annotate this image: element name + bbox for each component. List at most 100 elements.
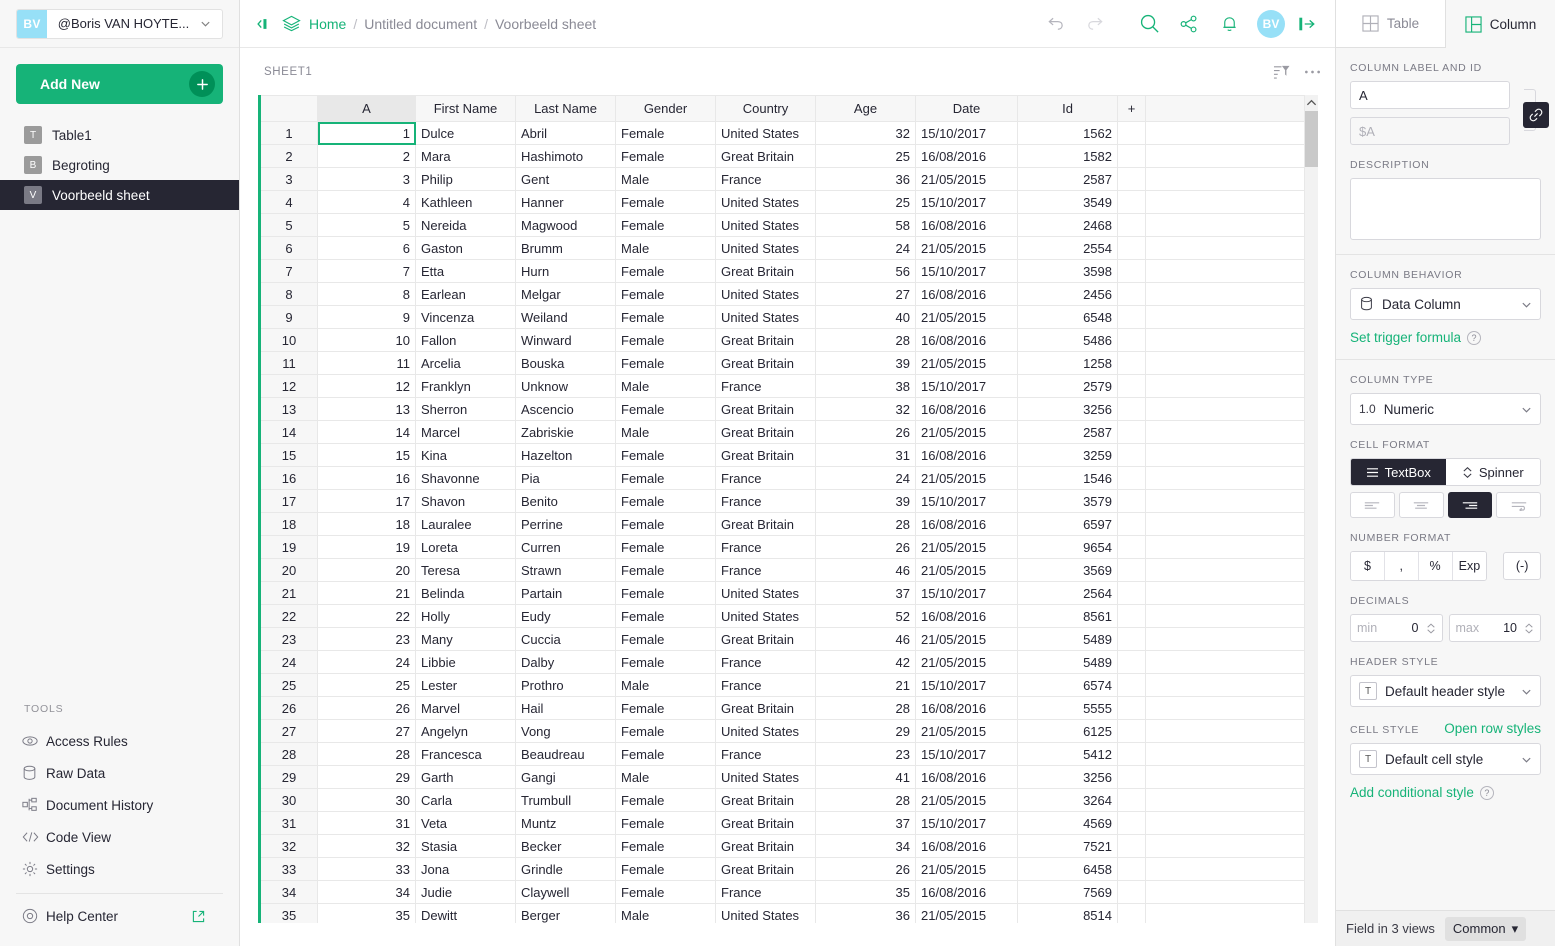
grid-cell[interactable]: 21/05/2015 bbox=[915, 351, 1018, 375]
account-switcher[interactable]: BV @Boris VAN HOYTE... bbox=[16, 8, 223, 39]
grid-cell[interactable]: 22 bbox=[317, 604, 416, 628]
help-tooltip-icon[interactable]: ? bbox=[1467, 330, 1482, 345]
table-row[interactable]: 26 26 Marvel Hail Female Great Britain 28 16/08… bbox=[258, 696, 1306, 720]
grid-cell[interactable]: 26 bbox=[815, 420, 916, 444]
table-row[interactable]: 21 21 Belinda Partain Female United States 37 1… bbox=[258, 581, 1306, 605]
grid-cell[interactable]: Loreta bbox=[415, 535, 516, 559]
column-header-id[interactable]: Id bbox=[1017, 95, 1118, 122]
table-row[interactable]: 4 4 Kathleen Hanner Female United States 25 15/… bbox=[258, 190, 1306, 214]
grid-cell[interactable]: Great Britain bbox=[715, 696, 816, 720]
grid-cell[interactable]: United States bbox=[715, 765, 816, 789]
decimals-max-stepper[interactable]: max 10 bbox=[1448, 614, 1541, 642]
grid-cell[interactable]: 37 bbox=[815, 811, 916, 835]
grid-cell[interactable]: 4569 bbox=[1017, 811, 1118, 835]
grid-cell[interactable]: 39 bbox=[815, 351, 916, 375]
row-header[interactable]: 9 bbox=[258, 305, 318, 329]
grid-cell[interactable]: 36 bbox=[815, 167, 916, 191]
grid-cell[interactable]: Female bbox=[615, 604, 716, 628]
grid-cell[interactable]: Brumm bbox=[515, 236, 616, 260]
vertical-scrollbar[interactable] bbox=[1304, 95, 1318, 923]
grid-cell[interactable]: France bbox=[715, 374, 816, 398]
spreadsheet-grid[interactable]: A First Name Last Name Gender Country Ag… bbox=[258, 95, 1306, 923]
table-row[interactable]: 33 33 Jona Grindle Female Great Britain 26 21/0… bbox=[258, 857, 1306, 881]
align-wrap-button[interactable] bbox=[1496, 492, 1541, 518]
grid-cell[interactable]: 24 bbox=[815, 466, 916, 490]
column-header-date[interactable]: Date bbox=[915, 95, 1018, 122]
table-row[interactable]: 11 11 Arcelia Bouska Female Great Britain 39 21… bbox=[258, 351, 1306, 375]
grid-cell[interactable]: Trumbull bbox=[515, 788, 616, 812]
grid-cell[interactable]: Franklyn bbox=[415, 374, 516, 398]
table-row[interactable]: 12 12 Franklyn Unknow Male France 38 15/10/2017… bbox=[258, 374, 1306, 398]
align-right-button[interactable] bbox=[1447, 492, 1493, 518]
grid-cell[interactable]: 16/08/2016 bbox=[915, 282, 1018, 306]
grid-cell[interactable]: Etta bbox=[415, 259, 516, 283]
table-row[interactable]: 3 3 Philip Gent Male France 36 21/05/2015 2587 bbox=[258, 167, 1306, 191]
grid-cell[interactable]: Eudy bbox=[515, 604, 616, 628]
grid-cell[interactable]: Great Britain bbox=[715, 259, 816, 283]
grid-cell[interactable]: 2456 bbox=[1017, 282, 1118, 306]
grid-cell[interactable]: 6548 bbox=[1017, 305, 1118, 329]
grid-cell[interactable]: 3598 bbox=[1017, 259, 1118, 283]
row-header[interactable]: 18 bbox=[258, 512, 318, 536]
grid-cell[interactable]: Female bbox=[615, 535, 716, 559]
grid-cell[interactable]: Unknow bbox=[515, 374, 616, 398]
grid-cell[interactable]: 34 bbox=[317, 880, 416, 904]
grid-cell[interactable]: 8561 bbox=[1017, 604, 1118, 628]
grid-cell[interactable]: Male bbox=[615, 765, 716, 789]
grid-cell[interactable]: 20 bbox=[317, 558, 416, 582]
link-icon[interactable] bbox=[1523, 102, 1549, 128]
grid-cell[interactable]: Jona bbox=[415, 857, 516, 881]
grid-cell[interactable]: United States bbox=[715, 121, 816, 145]
grid-cell[interactable]: 11 bbox=[317, 351, 416, 375]
grid-cell[interactable]: 41 bbox=[815, 765, 916, 789]
grid-cell[interactable]: Many bbox=[415, 627, 516, 651]
grid-cell[interactable]: Zabriskie bbox=[515, 420, 616, 444]
row-header[interactable]: 16 bbox=[258, 466, 318, 490]
grid-cell[interactable]: Winward bbox=[515, 328, 616, 352]
grid-cell[interactable]: 28 bbox=[815, 788, 916, 812]
grid-cell[interactable]: 46 bbox=[815, 558, 916, 582]
number-format-thousands-button[interactable]: , bbox=[1384, 552, 1419, 580]
table-row[interactable]: 28 28 Francesca Beaudreau Female France 23 15/1… bbox=[258, 742, 1306, 766]
grid-cell[interactable]: 27 bbox=[317, 719, 416, 743]
grid-cell[interactable]: 26 bbox=[317, 696, 416, 720]
grid-cell[interactable]: United States bbox=[715, 213, 816, 237]
table-row[interactable]: 8 8 Earlean Melgar Female United States 27 16/0… bbox=[258, 282, 1306, 306]
grid-cell[interactable]: Dalby bbox=[515, 650, 616, 674]
grid-cell[interactable]: United States bbox=[715, 604, 816, 628]
grid-cell[interactable]: Belinda bbox=[415, 581, 516, 605]
sign-out-icon[interactable] bbox=[1293, 4, 1321, 44]
row-header[interactable]: 30 bbox=[258, 788, 318, 812]
grid-cell[interactable]: Hurn bbox=[515, 259, 616, 283]
grid-cell[interactable]: Magwood bbox=[515, 213, 616, 237]
grid-cell[interactable]: Great Britain bbox=[715, 144, 816, 168]
header-style-select[interactable]: T Default header style bbox=[1350, 675, 1541, 707]
grid-cell[interactable]: 36 bbox=[815, 903, 916, 923]
grid-cell[interactable]: Dulce bbox=[415, 121, 516, 145]
grid-cell[interactable]: 16/08/2016 bbox=[915, 880, 1018, 904]
grid-cell[interactable]: 21/05/2015 bbox=[915, 627, 1018, 651]
row-header[interactable]: 27 bbox=[258, 719, 318, 743]
grid-cell[interactable]: Shavon bbox=[415, 489, 516, 513]
grid-cell[interactable]: Cuccia bbox=[515, 627, 616, 651]
sidebar-item-access-rules[interactable]: Access Rules bbox=[0, 725, 239, 757]
grid-cell[interactable]: France bbox=[715, 535, 816, 559]
sidebar-item-settings[interactable]: Settings bbox=[0, 853, 239, 885]
grid-cell[interactable]: Hazelton bbox=[515, 443, 616, 467]
grid-cell[interactable]: 5555 bbox=[1017, 696, 1118, 720]
search-button[interactable] bbox=[1129, 4, 1169, 44]
row-header[interactable]: 11 bbox=[258, 351, 318, 375]
corner-cell[interactable] bbox=[258, 95, 318, 122]
grid-cell[interactable]: 21 bbox=[815, 673, 916, 697]
grid-cell[interactable]: Marvel bbox=[415, 696, 516, 720]
grid-cell[interactable]: Kina bbox=[415, 443, 516, 467]
grid-cell[interactable]: 30 bbox=[317, 788, 416, 812]
grid-cell[interactable]: 25 bbox=[815, 190, 916, 214]
grid-cell[interactable]: 16/08/2016 bbox=[915, 604, 1018, 628]
grid-cell[interactable]: Female bbox=[615, 512, 716, 536]
table-row[interactable]: 31 31 Veta Muntz Female Great Britain 37 15/10/… bbox=[258, 811, 1306, 835]
grid-cell[interactable]: 12 bbox=[317, 374, 416, 398]
grid-cell[interactable]: 6574 bbox=[1017, 673, 1118, 697]
grid-cell[interactable]: 5489 bbox=[1017, 627, 1118, 651]
grid-cell[interactable]: 28 bbox=[815, 328, 916, 352]
